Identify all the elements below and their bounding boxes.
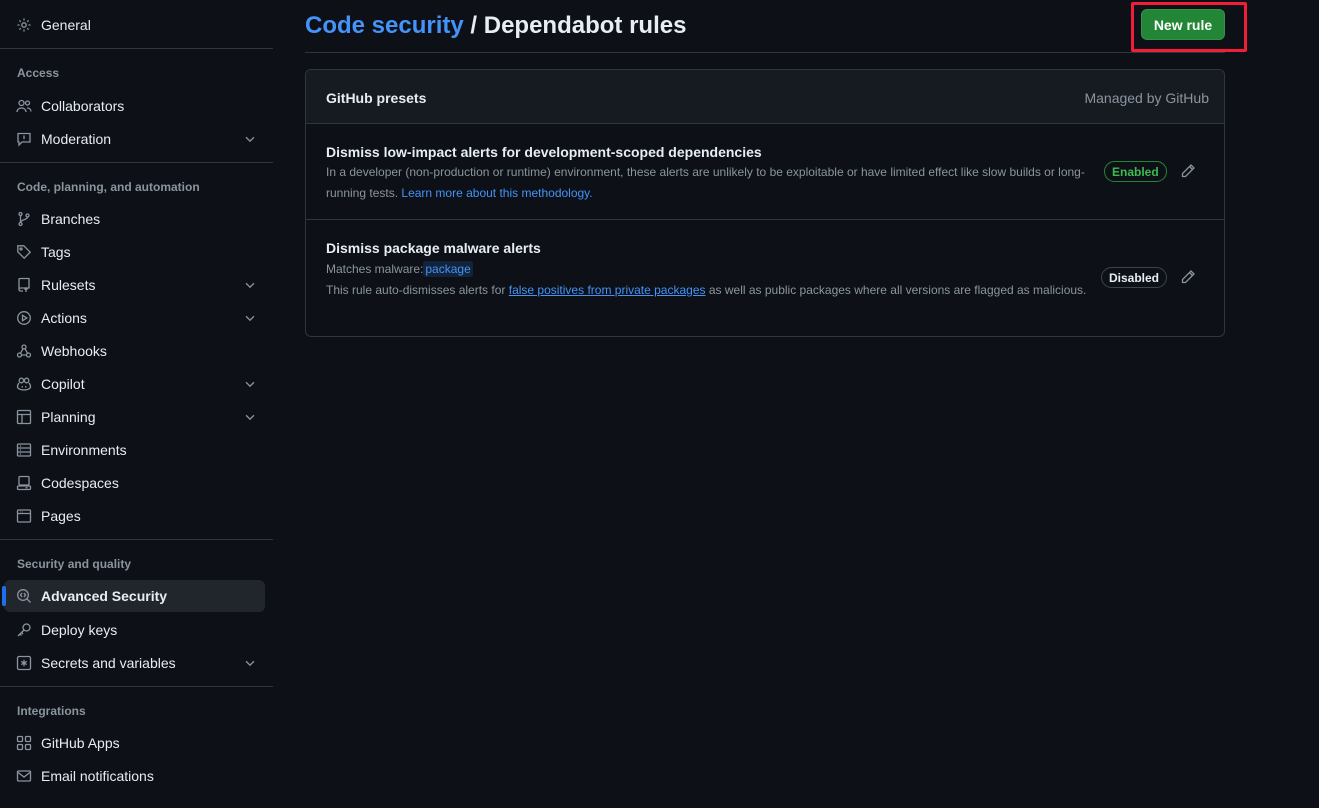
active-indicator <box>2 586 6 606</box>
sidebar-item-label: Advanced Security <box>41 588 168 604</box>
sidebar-item-webhooks[interactable]: Webhooks <box>4 335 265 367</box>
apps-icon <box>16 735 32 751</box>
section-title-security: Security and quality <box>17 557 132 571</box>
rule-row: Dismiss package malware alerts Matches m… <box>306 221 1224 336</box>
sidebar-item-planning[interactable]: Planning <box>4 401 265 433</box>
github-presets-card: GitHub presets Managed by GitHub Dismiss… <box>305 69 1225 337</box>
sidebar-divider <box>0 48 273 49</box>
sidebar-item-general[interactable]: General <box>4 9 265 41</box>
rule-description: This rule auto-dismisses alerts for fals… <box>326 280 1096 301</box>
settings-sidebar: General Access Collaborators Moderation … <box>0 0 273 808</box>
server-icon <box>16 442 32 458</box>
tag-icon <box>16 244 32 260</box>
sidebar-item-tags[interactable]: Tags <box>4 236 265 268</box>
browser-icon <box>16 508 32 524</box>
breadcrumb-code-security-link[interactable]: Code security <box>305 12 464 39</box>
sidebar-item-advanced-security[interactable]: Advanced Security <box>2 580 265 612</box>
sidebar-item-label: Copilot <box>41 376 85 392</box>
matches-value: package <box>423 261 473 277</box>
sidebar-item-moderation[interactable]: Moderation <box>4 123 265 155</box>
false-positives-link[interactable]: false positives from private packages <box>509 283 706 297</box>
chevron-down-icon <box>245 381 255 388</box>
sidebar-item-label: Environments <box>41 442 127 458</box>
pencil-icon[interactable] <box>1180 163 1198 181</box>
sidebar-item-label: GitHub Apps <box>41 735 120 751</box>
rule-title: Dismiss low-impact alerts for developmen… <box>326 144 762 160</box>
pencil-icon[interactable] <box>1180 269 1198 287</box>
sidebar-item-pages[interactable]: Pages <box>4 500 265 532</box>
gear-icon <box>16 17 32 33</box>
sidebar-item-label: Webhooks <box>41 343 107 359</box>
codescan-icon <box>16 588 32 604</box>
sidebar-item-collaborators[interactable]: Collaborators <box>4 90 265 122</box>
asterisk-icon <box>16 655 32 671</box>
rule-matches: Matches malware: package <box>326 259 1096 280</box>
sidebar-item-label: Actions <box>41 310 87 326</box>
section-title-access: Access <box>17 66 60 80</box>
chevron-down-icon <box>245 136 255 143</box>
sidebar-item-email-notifications[interactable]: Email notifications <box>4 760 265 792</box>
people-icon <box>16 98 32 114</box>
table-icon <box>16 409 32 425</box>
sidebar-item-rulesets[interactable]: Rulesets <box>4 269 265 301</box>
section-title-integrations: Integrations <box>17 704 86 718</box>
sidebar-item-github-apps[interactable]: GitHub Apps <box>4 727 265 759</box>
sidebar-item-label: Pages <box>41 508 81 524</box>
webhook-icon <box>16 343 32 359</box>
sidebar-item-secrets[interactable]: Secrets and variables <box>4 647 265 679</box>
sidebar-item-label: Tags <box>41 244 71 260</box>
sidebar-divider <box>0 539 273 540</box>
chevron-down-icon <box>245 414 255 421</box>
card-header: GitHub presets Managed by GitHub <box>306 70 1224 124</box>
managed-by-label: Managed by GitHub <box>1084 90 1209 106</box>
sidebar-item-codespaces[interactable]: Codespaces <box>4 467 265 499</box>
section-title-code: Code, planning, and automation <box>17 180 200 194</box>
status-badge: Enabled <box>1104 161 1167 182</box>
sidebar-item-label: General <box>41 17 91 33</box>
sidebar-item-label: Secrets and variables <box>41 655 176 671</box>
settings-page: General Access Collaborators Moderation … <box>0 0 1319 808</box>
git-branch-icon <box>16 211 32 227</box>
key-icon <box>16 622 32 638</box>
sidebar-item-label: Email notifications <box>41 768 154 784</box>
sidebar-divider <box>0 686 273 687</box>
sidebar-item-environments[interactable]: Environments <box>4 434 265 466</box>
rule-description-text: This rule auto-dismisses alerts for <box>326 283 506 297</box>
sidebar-item-label: Rulesets <box>41 277 96 293</box>
rule-description-text: as well as public packages where all ver… <box>708 283 1087 297</box>
sidebar-item-actions[interactable]: Actions <box>4 302 265 334</box>
learn-more-link[interactable]: Learn more about this methodology. <box>401 186 592 200</box>
sidebar-item-branches[interactable]: Branches <box>4 203 265 235</box>
sidebar-item-label: Moderation <box>41 131 112 147</box>
mail-icon <box>16 768 32 784</box>
chevron-down-icon <box>245 282 255 289</box>
breadcrumb-separator: / <box>463 12 484 39</box>
rule-description: In a developer (non-production or runtim… <box>326 162 1096 204</box>
chevron-down-icon <box>245 315 255 322</box>
sidebar-item-label: Branches <box>41 211 101 227</box>
status-badge: Disabled <box>1101 267 1168 288</box>
rule-row: Dismiss low-impact alerts for developmen… <box>306 125 1224 220</box>
sidebar-item-label: Codespaces <box>41 475 119 491</box>
repo-push-icon <box>16 277 32 293</box>
rule-title: Dismiss package malware alerts <box>326 240 541 256</box>
card-title: GitHub presets <box>326 90 427 106</box>
sidebar-item-label: Deploy keys <box>41 622 118 638</box>
sidebar-item-deploy-keys[interactable]: Deploy keys <box>4 614 265 646</box>
matches-prefix: Matches malware: <box>326 262 424 276</box>
page-title-text: Dependabot rules <box>483 12 687 39</box>
report-icon <box>16 131 32 147</box>
copilot-icon <box>16 376 32 392</box>
page-title: Code security / Dependabot rules <box>305 12 686 40</box>
chevron-down-icon <box>245 660 255 667</box>
sidebar-item-label: Collaborators <box>41 98 125 114</box>
new-rule-button[interactable]: New rule <box>1141 9 1225 40</box>
sidebar-divider <box>0 162 273 163</box>
sidebar-item-label: Planning <box>41 409 96 425</box>
play-icon <box>16 310 32 326</box>
codespaces-icon <box>16 475 32 491</box>
heading-divider <box>305 52 1225 53</box>
sidebar-item-copilot[interactable]: Copilot <box>4 368 265 400</box>
